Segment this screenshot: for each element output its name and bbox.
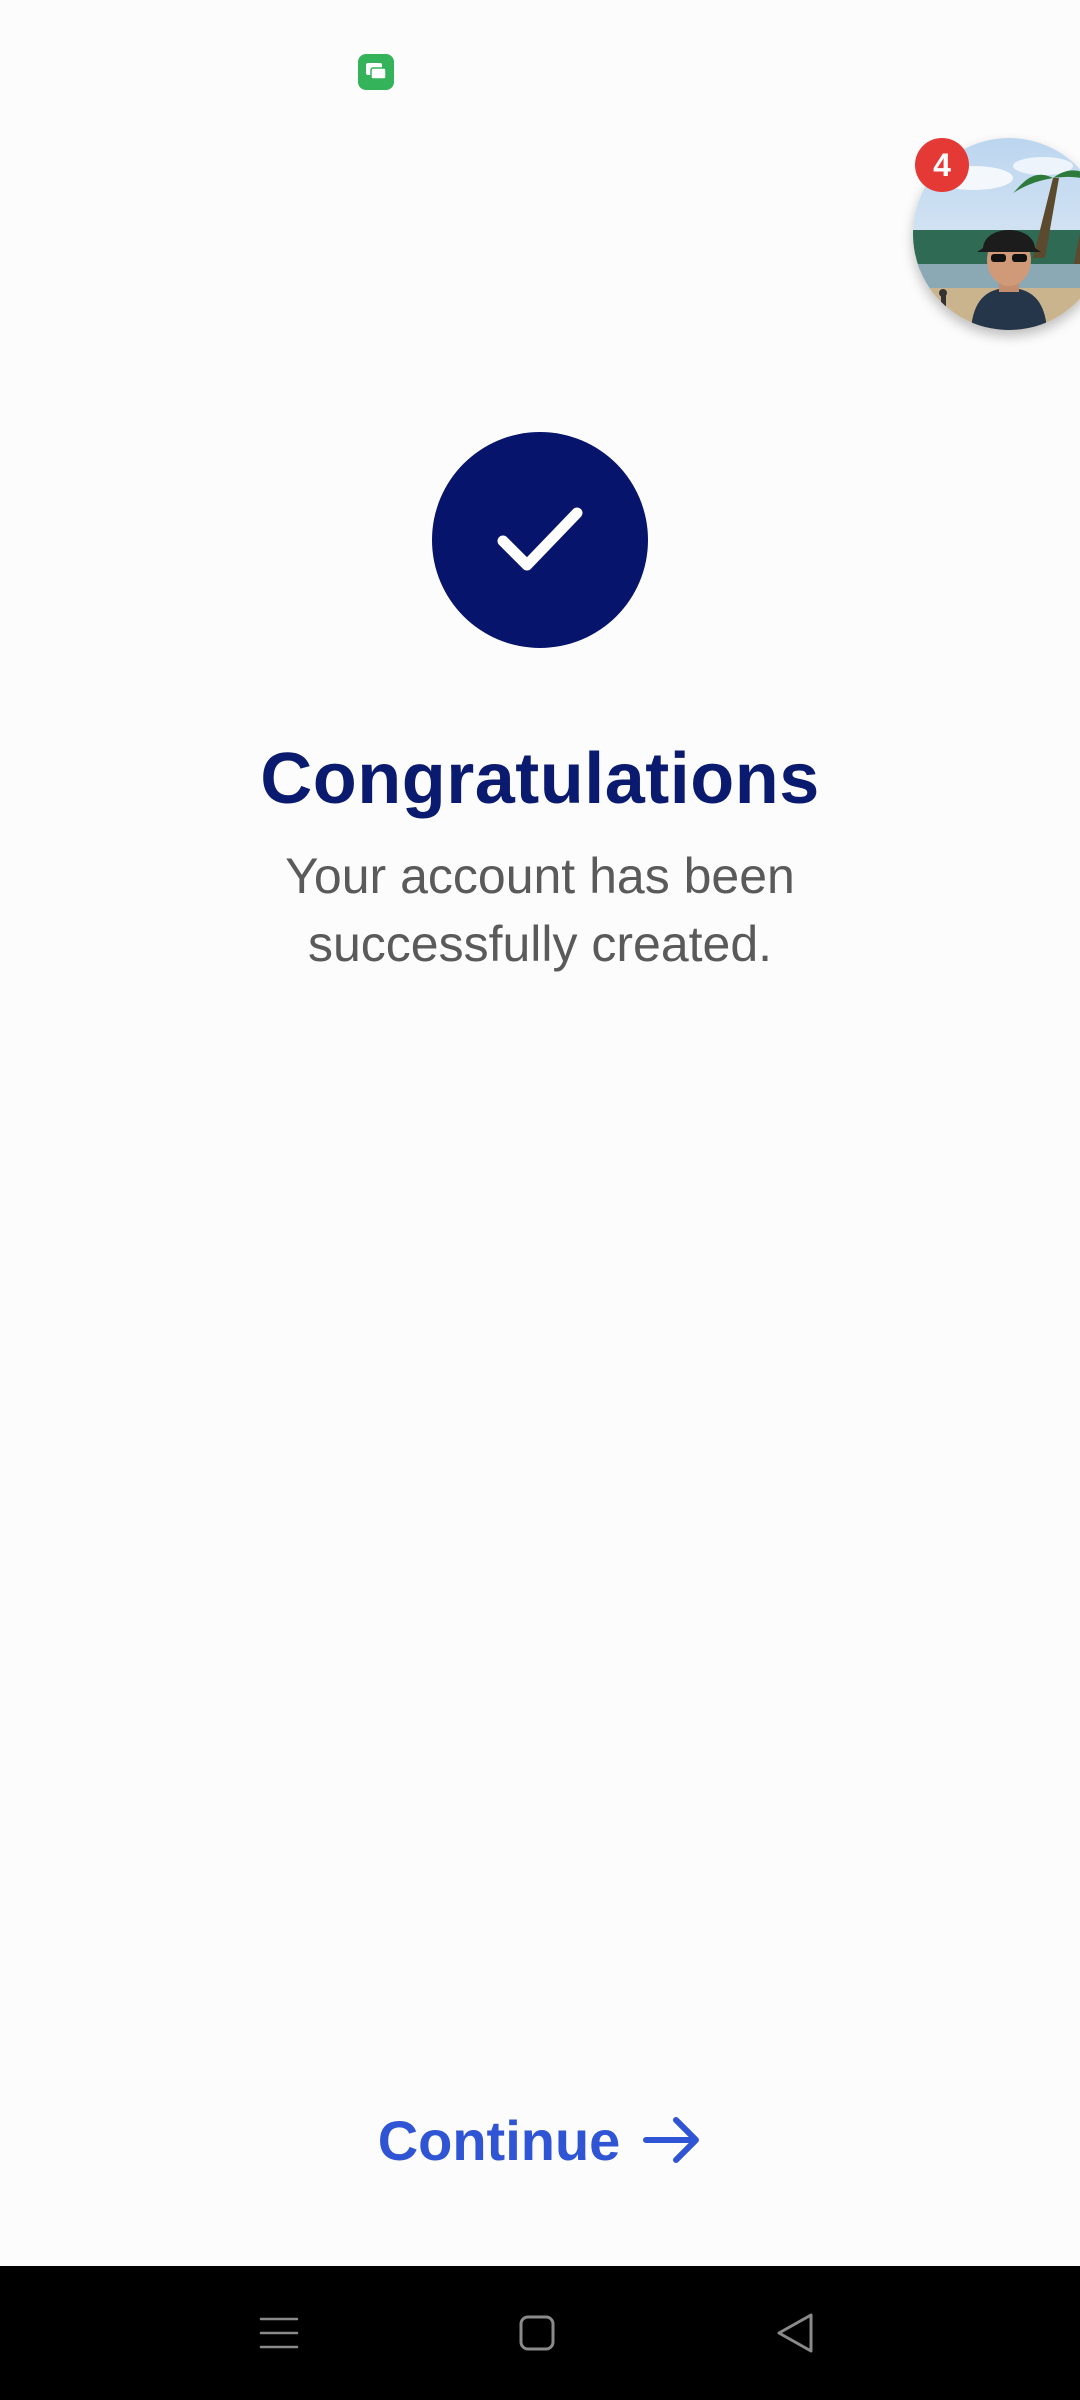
arrow-right-icon: [642, 2115, 702, 2165]
notification-badge: 4: [915, 138, 969, 192]
success-message-line1: Your account has been: [285, 848, 795, 904]
chat-head-bubble[interactable]: 4: [913, 138, 1080, 330]
home-square-icon[interactable]: [477, 2266, 597, 2400]
back-triangle-icon[interactable]: [735, 2266, 855, 2400]
success-message-line2: successfully created.: [307, 916, 773, 972]
checkmark-icon: [497, 507, 583, 571]
continue-label: Continue: [377, 2108, 621, 2172]
menu-icon[interactable]: [219, 2266, 339, 2400]
continue-button[interactable]: Continue: [360, 2098, 720, 2182]
page-title: Congratulations: [260, 739, 820, 819]
chat-app-icon: [358, 54, 394, 90]
success-message: Your account has been successfully creat…: [0, 842, 1080, 978]
system-nav-bar: [0, 2266, 1080, 2400]
success-check-circle: [432, 432, 648, 648]
